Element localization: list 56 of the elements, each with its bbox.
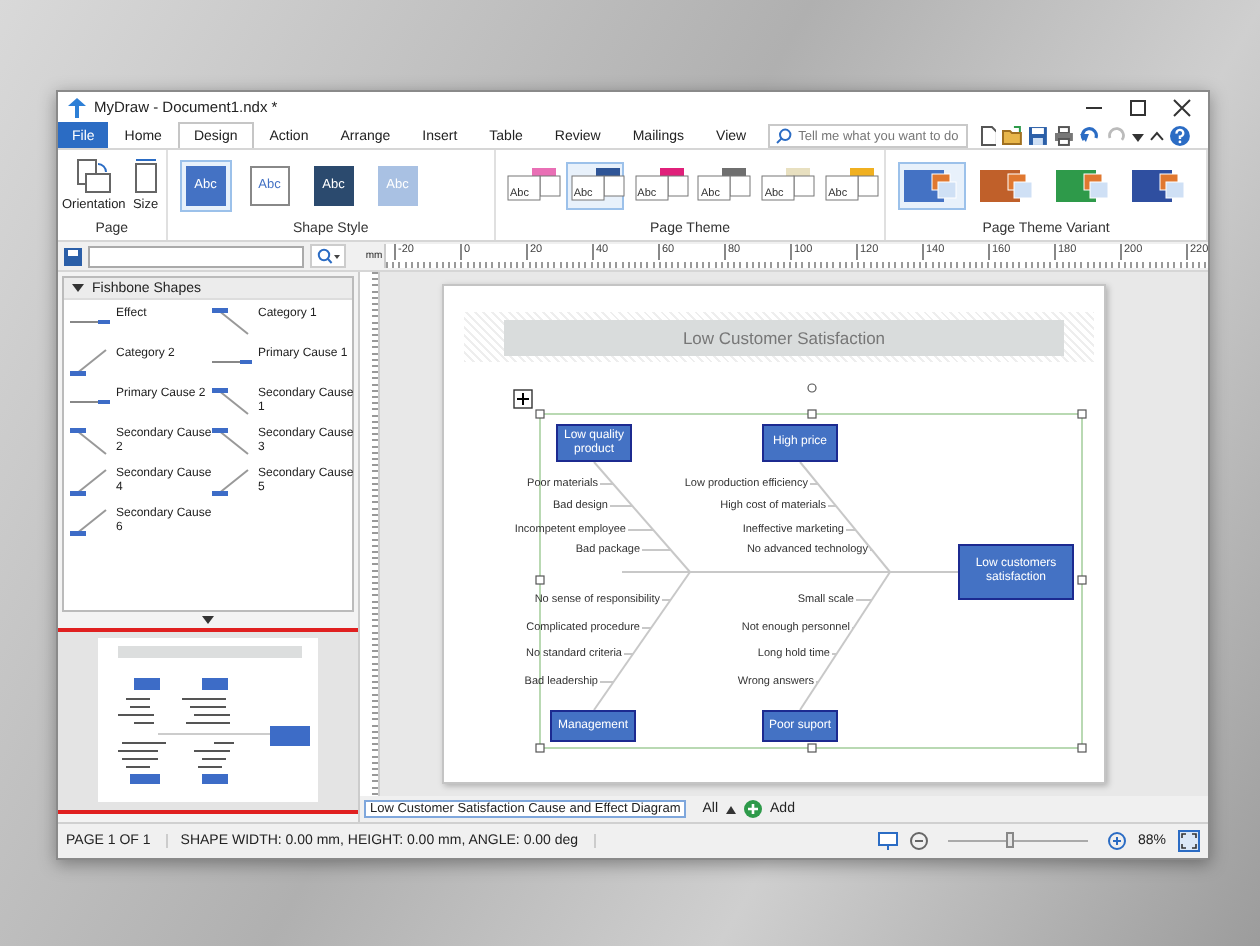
maximize-button[interactable] xyxy=(1128,97,1148,117)
fit-page-icon[interactable] xyxy=(1178,830,1200,852)
theme-variant-thumbnail[interactable] xyxy=(898,161,966,209)
cause-tick-line xyxy=(599,483,615,485)
resize-handle[interactable] xyxy=(1077,575,1087,585)
resize-handle[interactable] xyxy=(807,743,817,753)
caret-icon[interactable] xyxy=(726,805,737,813)
resize-handle[interactable] xyxy=(535,409,545,419)
fishbone-shape-icon[interactable] xyxy=(70,508,110,536)
add-icon[interactable] xyxy=(744,800,763,818)
help-icon[interactable] xyxy=(1170,125,1190,145)
open-folder-icon[interactable] xyxy=(1002,125,1023,145)
new-document-icon[interactable] xyxy=(979,125,997,145)
resize-handle[interactable] xyxy=(535,743,545,753)
resize-handle[interactable] xyxy=(535,575,545,585)
orientation-icon xyxy=(75,158,112,194)
fishbone-shape-icon[interactable] xyxy=(70,468,110,496)
page-thumbnail-drawing[interactable] xyxy=(98,638,318,802)
cause-tick-line xyxy=(609,505,634,507)
undo-icon[interactable] xyxy=(1080,125,1101,145)
fishbone-shape-icon[interactable] xyxy=(212,468,252,496)
cause-tick-line xyxy=(809,483,819,485)
save-icon[interactable] xyxy=(64,247,82,265)
page-size-icon xyxy=(131,158,160,194)
rotate-handle[interactable] xyxy=(807,383,817,393)
cause-tick-line xyxy=(599,681,615,683)
fishbone-shape-icon[interactable] xyxy=(70,348,110,376)
zoom-slider-thumb[interactable] xyxy=(1006,832,1015,848)
shape-search-input[interactable] xyxy=(88,245,304,267)
cause-tick-line xyxy=(641,549,672,551)
cause-tick-line xyxy=(845,529,857,531)
fishbone-shape-icon[interactable] xyxy=(212,428,252,456)
resize-handle[interactable] xyxy=(1077,409,1087,419)
cause-tick-line xyxy=(661,599,672,601)
cause-tick-line xyxy=(623,653,634,655)
fishbone-shape-icon[interactable] xyxy=(212,308,252,336)
splitter-arrow-icon[interactable] xyxy=(202,616,214,624)
monitor-icon[interactable] xyxy=(877,832,898,850)
search-icon xyxy=(776,128,793,144)
cause-tick-line xyxy=(855,599,873,601)
cause-tick-line xyxy=(827,505,837,507)
app-logo-icon xyxy=(68,97,86,117)
cause-tick-line xyxy=(627,529,655,531)
fishbone-shape-icon[interactable] xyxy=(70,428,110,456)
zoom-in-icon[interactable] xyxy=(1107,832,1126,850)
cause-tick-line xyxy=(641,627,653,629)
print-icon[interactable] xyxy=(1054,125,1075,145)
resize-handle[interactable] xyxy=(807,409,817,419)
zoom-out-icon[interactable] xyxy=(909,832,928,850)
collapse-ribbon-icon[interactable] xyxy=(1150,129,1165,141)
save-icon[interactable] xyxy=(1028,125,1049,145)
search-button[interactable] xyxy=(310,244,346,268)
fishbone-shape-icon[interactable] xyxy=(212,388,252,416)
close-button[interactable] xyxy=(1172,97,1192,117)
move-handle-icon[interactable] xyxy=(513,389,533,409)
resize-handle[interactable] xyxy=(1077,743,1087,753)
